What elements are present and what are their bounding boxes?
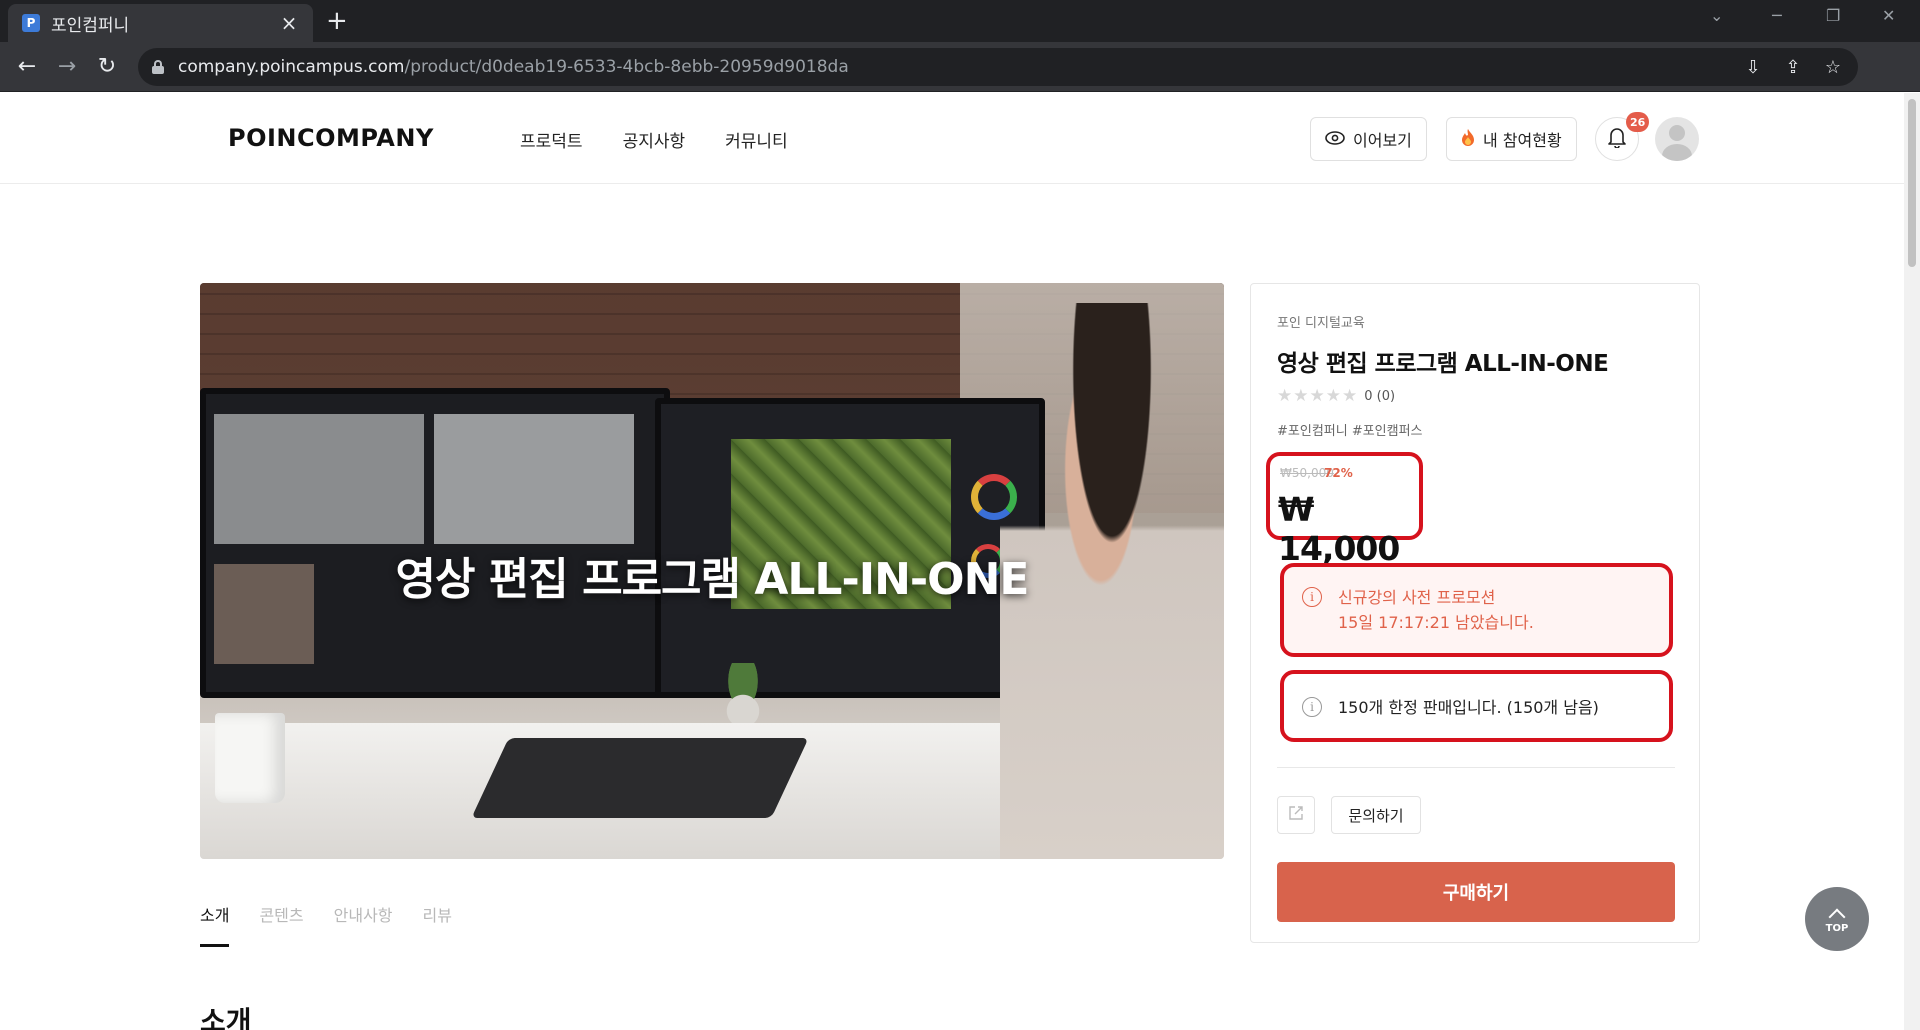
external-link-icon [1288, 805, 1304, 825]
brand-name[interactable]: 포인 디지털교육 [1277, 312, 1365, 331]
product-tags: #포인컴퍼니 #포인캠퍼스 [1277, 424, 1423, 439]
limited-sale-notice: i 150개 한정 판매입니다. (150개 남음) [1280, 670, 1673, 742]
tab-notice[interactable]: 안내사항 [334, 902, 393, 947]
discount-rate: 72% [1324, 466, 1353, 480]
nav-item-product[interactable]: 프로덕트 [520, 127, 583, 152]
browser-tab[interactable]: P 포인컴퍼니 × [8, 4, 313, 42]
price-highlight: ₩50,000 72% ₩ 14,000 [1266, 452, 1423, 568]
scroll-top-button[interactable]: TOP [1805, 887, 1869, 951]
tab-contents[interactable]: 콘텐츠 [259, 902, 303, 947]
forward-icon[interactable]: → [52, 51, 82, 81]
notification-badge: 26 [1626, 112, 1650, 132]
info-icon: i [1302, 697, 1322, 717]
new-tab-icon[interactable]: + [326, 7, 348, 35]
rating-text: 0 (0) [1364, 388, 1396, 404]
content-tabs: 소개 콘텐츠 안내사항 리뷰 [200, 902, 452, 947]
continue-watching-button[interactable]: 이어보기 [1310, 117, 1427, 161]
scrollbar-thumb[interactable] [1908, 99, 1916, 267]
product-hero-image: 영상 편집 프로그램 ALL-IN-ONE [200, 283, 1224, 859]
star-icon: ★ [1325, 386, 1341, 406]
eye-icon [1325, 130, 1345, 149]
section-title: 소개 [200, 1005, 252, 1030]
plant [720, 663, 766, 723]
fire-icon [1461, 128, 1475, 150]
back-icon[interactable]: ← [12, 51, 42, 81]
product-title: 영상 편집 프로그램 ALL-IN-ONE [1277, 351, 1609, 377]
mug [215, 713, 285, 803]
lock-icon [152, 60, 164, 74]
star-icon: ★ [1309, 386, 1325, 406]
nav-item-community[interactable]: 커뮤니티 [725, 127, 788, 152]
purchase-button[interactable]: 구매하기 [1277, 862, 1675, 922]
sale-price: ₩ 14,000 [1278, 490, 1400, 568]
url-host: company.poincampus.com [178, 57, 405, 77]
share-icon[interactable]: ⇪ [1782, 56, 1804, 78]
restore-icon[interactable]: ❐ [1826, 6, 1840, 25]
tab-search-icon[interactable]: ⌄ [1710, 6, 1723, 25]
continue-watching-label: 이어보기 [1353, 131, 1412, 150]
address-bar[interactable]: company.poincampus.com/product/d0deab19-… [138, 48, 1858, 86]
main-nav: 프로덕트 공지사항 커뮤니티 [520, 127, 788, 152]
product-card: 포인 디지털교육 영상 편집 프로그램 ALL-IN-ONE ★ ★ ★ ★ ★… [1250, 283, 1700, 943]
promo-title: 신규강의 사전 프로모션 [1338, 588, 1496, 607]
my-participation-button[interactable]: 내 참여현황 [1446, 117, 1577, 161]
my-participation-label: 내 참여현황 [1483, 131, 1562, 150]
tab-intro[interactable]: 소개 [200, 902, 230, 947]
tab-close-icon[interactable]: × [279, 13, 299, 33]
site-logo[interactable]: POINCOMPANY [228, 124, 434, 152]
minimize-icon[interactable]: ─ [1772, 6, 1782, 25]
install-icon[interactable]: ⇩ [1742, 56, 1764, 78]
url-path: /product/d0deab19-6533-4bcb-8ebb-20959d9… [404, 57, 849, 77]
tab-title: 포인컴퍼니 [51, 15, 130, 36]
star-icon: ★ [1277, 386, 1293, 406]
page-scrollbar[interactable] [1904, 93, 1920, 1030]
reload-icon[interactable]: ↻ [92, 51, 122, 81]
bookmark-star-icon[interactable]: ☆ [1822, 56, 1844, 78]
promo-countdown: 15일 17:17:21 남았습니다. [1338, 613, 1534, 632]
close-window-icon[interactable]: ✕ [1882, 6, 1895, 25]
browser-toolbar: ← → ↻ company.poincampus.com/product/d0d… [0, 42, 1920, 92]
site-header: POINCOMPANY 프로덕트 공지사항 커뮤니티 이어보기 내 참여현황 2… [0, 93, 1904, 184]
promotion-notice: i 신규강의 사전 프로모션 15일 17:17:21 남았습니다. [1280, 563, 1673, 657]
nav-item-notice[interactable]: 공지사항 [623, 127, 686, 152]
tab-review[interactable]: 리뷰 [423, 902, 452, 947]
keyboard [471, 738, 809, 818]
hero-overlay-title: 영상 편집 프로그램 ALL-IN-ONE [395, 554, 1030, 605]
divider [1277, 767, 1675, 768]
limited-sale-text: 150개 한정 판매입니다. (150개 남음) [1338, 698, 1599, 717]
user-avatar[interactable] [1655, 117, 1699, 161]
star-icon: ★ [1293, 386, 1309, 406]
rating-stars: ★ ★ ★ ★ ★ 0 (0) [1277, 386, 1395, 406]
inquiry-button[interactable]: 문의하기 [1331, 796, 1421, 834]
browser-tabstrip: P 포인컴퍼니 × + ⌄ ─ ❐ ✕ [0, 0, 1920, 42]
bell-icon [1607, 126, 1627, 152]
share-button[interactable] [1277, 796, 1315, 834]
info-icon: i [1302, 587, 1322, 607]
star-icon: ★ [1342, 386, 1358, 406]
site-favicon: P [22, 14, 40, 32]
